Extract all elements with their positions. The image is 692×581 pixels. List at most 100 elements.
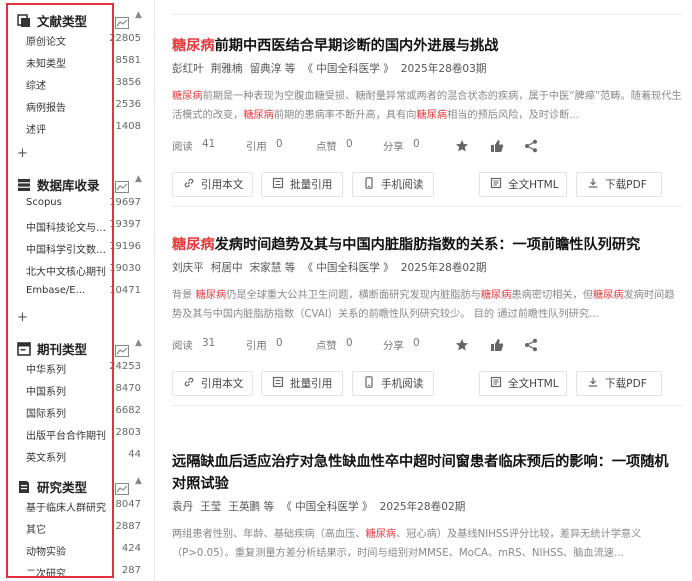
- facet-item[interactable]: 中国科学引文数据... 19196: [0, 239, 155, 259]
- abstract-text: 患病密切相关，但: [511, 290, 593, 301]
- article-author[interactable]: 留典淳 等: [250, 63, 296, 75]
- facet-item[interactable]: 英文系列 44: [0, 447, 155, 467]
- download-pdf-button[interactable]: 下载PDF: [576, 172, 662, 197]
- facet-item-count: 10471: [109, 285, 141, 296]
- expand-more-icon[interactable]: +: [17, 310, 28, 325]
- facet-item[interactable]: 中国系列 8470: [0, 381, 155, 401]
- expand-more-icon[interactable]: +: [17, 146, 28, 161]
- mobile-read-button[interactable]: 手机阅读: [352, 371, 434, 396]
- facet-item-label: 二次研究: [26, 569, 66, 580]
- thumbs-up-icon[interactable]: [490, 338, 504, 352]
- facet-item-count: 2536: [115, 99, 141, 110]
- article-divider: [172, 405, 682, 406]
- facet-item[interactable]: 原创论文 22805: [0, 31, 155, 51]
- article-author[interactable]: 袁丹: [172, 501, 193, 513]
- title-keyword-highlight: 糖尿病: [172, 38, 215, 54]
- download-icon: [577, 177, 605, 192]
- caret-up-icon[interactable]: ▲: [135, 338, 142, 348]
- read-count: 41: [202, 138, 216, 150]
- chart-icon[interactable]: [115, 342, 129, 357]
- chart-icon[interactable]: [115, 14, 129, 29]
- batch-cite-button[interactable]: 批量引用: [261, 371, 343, 396]
- article-card: 糖尿病发病时间趋势及其与中国内脏脂肪指数的关系：一项前瞻性队列研究 刘庆平 柯居中…: [172, 234, 682, 406]
- article-author[interactable]: 刘庆平: [172, 262, 204, 274]
- facet-item-count: 424: [121, 543, 141, 554]
- share-icon[interactable]: [524, 139, 538, 153]
- article-author[interactable]: 柯居中: [211, 262, 243, 274]
- batch-cite-button[interactable]: 批量引用: [261, 172, 343, 197]
- facet-item-label: 未知类型: [26, 59, 66, 70]
- facet-item-count: 6682: [115, 405, 141, 416]
- cite-button[interactable]: 引用本文: [172, 172, 253, 197]
- cite-count-label: 引用: [246, 141, 267, 153]
- chart-icon[interactable]: [115, 480, 129, 495]
- facet-item[interactable]: 述评 1408: [0, 119, 155, 139]
- facet-item-label: 述评: [26, 125, 46, 136]
- facet-item[interactable]: 二次研究 287: [0, 563, 155, 581]
- chart-icon[interactable]: [115, 178, 129, 193]
- full-html-button[interactable]: 全文HTML: [479, 172, 567, 197]
- facet-item-count: 22805: [109, 33, 141, 44]
- article-meta: 袁丹 王莹 王英鹏 等《 中国全科医学 》 2025年28卷02期: [172, 499, 682, 514]
- facet-item-count: 19697: [109, 197, 141, 208]
- facet-item-count: 1408: [115, 121, 141, 132]
- cite-button[interactable]: 引用本文: [172, 371, 253, 396]
- facet-item[interactable]: 综述 3856: [0, 75, 155, 95]
- facet-header[interactable]: 期刊类型 ▲: [0, 335, 155, 361]
- share-count: 0: [413, 138, 420, 150]
- article-journal[interactable]: 《 中国全科医学 》: [281, 501, 372, 513]
- article-title[interactable]: 远隔缺血后适应治疗对急性缺血性卒中超时间窗患者临床预后的影响：一项随机对照试验: [172, 451, 682, 495]
- article-author[interactable]: 彭红叶: [172, 63, 204, 75]
- facet-item[interactable]: 其它 2887: [0, 519, 155, 539]
- facet-item-label: 原创论文: [26, 37, 66, 48]
- cite-count: 0: [276, 138, 283, 150]
- facet-item[interactable]: 中华系列 24253: [0, 359, 155, 379]
- facet-item-label: 出版平台合作期刊: [26, 431, 106, 442]
- facet-item[interactable]: 基于临床人群研究 8047: [0, 497, 155, 517]
- facet-item[interactable]: Scopus 19697: [0, 195, 155, 215]
- facet-header[interactable]: 数据库收录 ▲: [0, 171, 155, 197]
- download-icon: [577, 376, 605, 391]
- article-journal[interactable]: 《 中国全科医学 》: [302, 262, 393, 274]
- facet-item[interactable]: 北大中文核心期刊 19030: [0, 261, 155, 281]
- facet-item[interactable]: 出版平台合作期刊 2803: [0, 425, 155, 445]
- article-author[interactable]: 荆雅楠: [211, 63, 243, 75]
- caret-up-icon[interactable]: ▲: [135, 174, 142, 184]
- article-title[interactable]: 糖尿病前期中西医结合早期诊断的国内外进展与挑战: [172, 35, 682, 57]
- facet-item[interactable]: 中国科技论文与引... 19397: [0, 217, 155, 237]
- facet-item-count: 8047: [115, 499, 141, 510]
- abstract-keyword-highlight: 糖尿病: [243, 110, 274, 121]
- facet-item[interactable]: 病例报告 2536: [0, 97, 155, 117]
- thumbs-up-icon[interactable]: [490, 139, 504, 153]
- article-journal[interactable]: 《 中国全科医学 》: [302, 63, 393, 75]
- facet-item[interactable]: 动物实验 424: [0, 541, 155, 561]
- abstract-text: 两组患者性别、年龄、基础疾病（高血压、: [172, 529, 366, 540]
- title-text: 发病时间趋势及其与中国内脏脂肪指数的关系：一项前瞻性队列研究: [214, 237, 641, 253]
- facet-title: 文献类型: [37, 14, 88, 29]
- facet-item-label: 中华系列: [26, 365, 66, 376]
- share-icon[interactable]: [524, 338, 538, 352]
- article-title[interactable]: 糖尿病发病时间趋势及其与中国内脏脂肪指数的关系：一项前瞻性队列研究: [172, 234, 682, 256]
- facet-header[interactable]: 研究类型 ▲: [0, 473, 155, 499]
- facet-item-label: 北大中文核心期刊: [26, 267, 106, 278]
- caret-up-icon[interactable]: ▲: [135, 476, 142, 486]
- facet-item-count: 19397: [109, 219, 141, 230]
- download-pdf-button[interactable]: 下载PDF: [576, 371, 662, 396]
- star-icon[interactable]: [455, 338, 469, 352]
- abstract-text: 仍是全球重大公共卫生问题，横断面研究发现内脏脂肪与: [226, 290, 481, 301]
- cite-count: 0: [276, 337, 283, 349]
- caret-up-icon[interactable]: ▲: [135, 10, 142, 20]
- share-count-label: 分享: [383, 340, 404, 352]
- facet-item[interactable]: Embase/E... 10471: [0, 283, 155, 303]
- full-html-button[interactable]: 全文HTML: [479, 371, 567, 396]
- facet-header[interactable]: 文献类型 ▲: [0, 7, 155, 33]
- mobile-read-button[interactable]: 手机阅读: [352, 172, 434, 197]
- facet-item[interactable]: 未知类型 8581: [0, 53, 155, 73]
- article-author[interactable]: 王莹: [200, 501, 221, 513]
- abstract-keyword-highlight: 糖尿病: [416, 110, 448, 121]
- document-icon: [480, 376, 508, 391]
- article-author[interactable]: 王英鹏 等: [228, 501, 274, 513]
- article-author[interactable]: 宋家慧 等: [250, 262, 296, 274]
- facet-item[interactable]: 国际系列 6682: [0, 403, 155, 423]
- star-icon[interactable]: [455, 139, 469, 153]
